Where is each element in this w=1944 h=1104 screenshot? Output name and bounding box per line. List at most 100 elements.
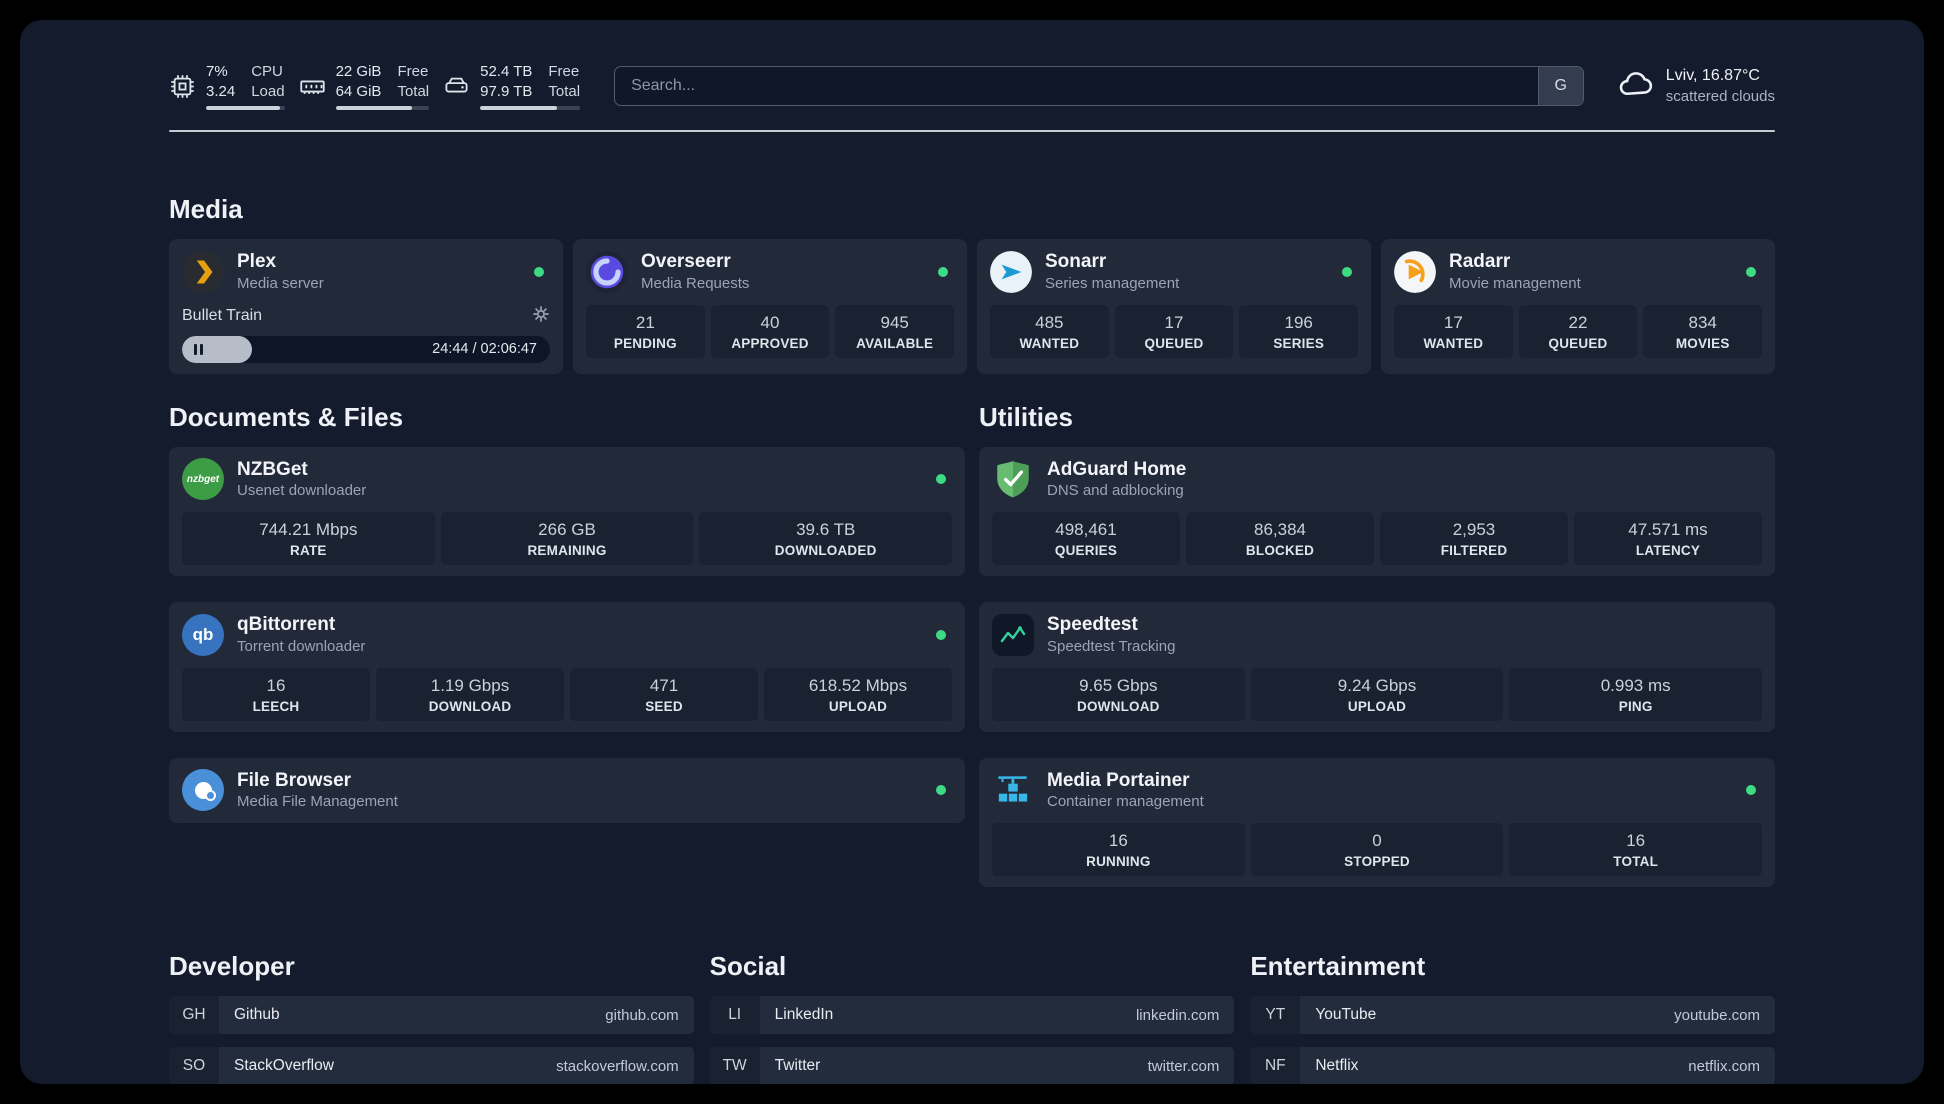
service-titles: Sonarr Series management	[1045, 250, 1179, 294]
service-desc: DNS and adblocking	[1047, 482, 1184, 500]
cpu-percent: 7%	[206, 63, 228, 80]
service-name: Sonarr	[1045, 251, 1107, 272]
search-provider-button[interactable]: G	[1537, 67, 1583, 105]
stat-blocked: 86,384 BLOCKED	[1186, 512, 1374, 565]
bookmark-abbr: LI	[709, 996, 760, 1034]
service-desc: Media File Management	[237, 793, 398, 811]
service-card-nzbget: nzbget NZBGet Usenet downloader 744.21 M…	[169, 446, 965, 576]
stat-value: 471	[649, 675, 679, 695]
weather-location: Lviv, 16.87°C	[1665, 66, 1760, 84]
bookmark-stackoverflow[interactable]: SO StackOverflow stackoverflow.com	[169, 1047, 694, 1084]
stat-latency: 47.571 ms LATENCY	[1574, 512, 1762, 565]
bookmark-name: YouTube	[1315, 1006, 1377, 1023]
service-link-sonarr[interactable]: Sonarr Series management	[990, 250, 1358, 294]
weather-condition: scattered clouds	[1665, 87, 1775, 105]
cpu-label-bottom: Load	[251, 82, 285, 100]
bookmark-github[interactable]: GH Github github.com	[169, 996, 694, 1034]
nzbget-icon-text: nzbget	[186, 473, 220, 485]
service-link-overseerr[interactable]: Overseerr Media Requests	[586, 250, 954, 294]
service-titles: Plex Media server	[237, 250, 324, 294]
stat-value: 9.24 Gbps	[1337, 675, 1417, 695]
service-card-speedtest: Speedtest Speedtest Tracking 9.65 Gbps D…	[979, 602, 1775, 732]
cpu-load-value: 3.24	[206, 82, 236, 100]
stat-label: BLOCKED	[1245, 543, 1315, 558]
memory-label-bottom: Total	[397, 82, 430, 100]
bookmark-abbr: SO	[169, 1047, 219, 1084]
stat-value: 39.6 TB	[796, 520, 856, 539]
service-desc: Speedtest Tracking	[1047, 637, 1176, 655]
stat-label: RATE	[290, 543, 327, 558]
service-name: Radarr	[1449, 251, 1511, 272]
service-card-qbittorrent: qb qBittorrent Torrent downloader 16 LEE…	[169, 602, 965, 732]
status-dot	[938, 266, 948, 277]
stat-value: 16	[1108, 831, 1128, 850]
stat-value: 0.993 ms	[1600, 675, 1671, 695]
service-name: File Browser	[237, 769, 352, 791]
stat-total: 16 TOTAL	[1509, 823, 1763, 876]
stat-available: 945 AVAILABLE	[835, 304, 955, 358]
stat-label: REMAINING	[527, 543, 607, 558]
service-titles: Overseerr Media Requests	[641, 250, 749, 294]
service-link-filebrowser[interactable]: File Browser Media File Management	[182, 769, 952, 813]
service-link-nzbget[interactable]: nzbget NZBGet Usenet downloader	[182, 458, 952, 502]
service-titles: File Browser Media File Management	[237, 769, 398, 813]
memory-widget: 22 GiB 64 GiB Free Total	[299, 62, 430, 110]
service-link-adguard[interactable]: AdGuard Home DNS and adblocking	[992, 458, 1762, 502]
bookmark-linkedin[interactable]: LI LinkedIn linkedin.com	[709, 996, 1235, 1034]
stat-label: UPLOAD	[828, 698, 888, 714]
stat-queued: 22 QUEUED	[1518, 304, 1638, 358]
service-desc: Media server	[237, 274, 324, 292]
status-dot	[1746, 785, 1756, 796]
service-stats: 498,461 QUERIES 86,384 BLOCKED 2,953 FIL…	[992, 512, 1762, 565]
bookmark-abbr: YT	[1250, 996, 1301, 1034]
filebrowser-glyph	[194, 781, 216, 801]
stat-running: 16 RUNNING	[992, 823, 1245, 876]
service-name: NZBGet	[237, 458, 308, 480]
service-desc: Torrent downloader	[237, 637, 366, 655]
utilities-section-title: Utilities	[979, 401, 1073, 432]
stat-value: 0	[1372, 831, 1382, 850]
social-section-title: Social	[709, 951, 787, 981]
memory-label-top: Free	[397, 63, 429, 80]
search-input[interactable]	[615, 67, 1538, 105]
gear-icon[interactable]	[532, 305, 550, 328]
service-link-radarr[interactable]: Radarr Movie management	[1394, 250, 1762, 294]
bookmark-netflix[interactable]: NF Netflix netflix.com	[1250, 1047, 1775, 1084]
service-card-plex: Plex Media server Bullet Train 24:44 / 0…	[169, 239, 563, 374]
service-link-plex[interactable]: Plex Media server	[182, 250, 550, 294]
memory-free-value: 22 GiB	[335, 63, 382, 80]
bookmark-twitter[interactable]: TW Twitter twitter.com	[709, 1047, 1235, 1084]
service-titles: qBittorrent Torrent downloader	[237, 613, 365, 657]
filebrowser-icon	[182, 769, 224, 812]
stat-label: QUEUED	[1548, 335, 1608, 351]
bookmark-youtube[interactable]: YT YouTube youtube.com	[1250, 996, 1775, 1034]
stat-label: SERIES	[1273, 335, 1325, 351]
stat-queries: 498,461 QUERIES	[992, 512, 1180, 565]
bookmark-group-developer: Developer GH Github github.com SO StackO…	[169, 951, 694, 1084]
service-link-qbittorrent[interactable]: qb qBittorrent Torrent downloader	[182, 613, 952, 657]
disk-total-value: 97.9 TB	[480, 82, 533, 100]
search-bar: G	[614, 66, 1584, 106]
stat-series: 196 SERIES	[1239, 304, 1359, 358]
stat-label: QUERIES	[1054, 543, 1118, 558]
service-link-portainer[interactable]: Media Portainer Container management	[992, 769, 1762, 813]
service-name: Overseerr	[641, 251, 731, 272]
service-link-speedtest[interactable]: Speedtest Speedtest Tracking	[992, 613, 1762, 657]
service-titles: Speedtest Speedtest Tracking	[1047, 613, 1175, 657]
service-name: Media Portainer	[1047, 769, 1190, 791]
service-stats: 16 RUNNING 0 STOPPED 16 TOTAL	[992, 823, 1763, 876]
cpu-icon	[169, 73, 196, 100]
stat-value: 485	[1035, 312, 1064, 332]
bookmark-body: Github github.com	[219, 996, 694, 1034]
weather-widget: Lviv, 16.87°C scattered clouds	[1618, 66, 1775, 107]
bookmark-name: StackOverflow	[234, 1057, 334, 1074]
documents-stack: nzbget NZBGet Usenet downloader 744.21 M…	[169, 446, 965, 823]
service-name: qBittorrent	[237, 614, 336, 635]
service-stats: 16 LEECH 1.19 Gbps DOWNLOAD 471 SEED 618…	[182, 667, 952, 721]
stat-label: PENDING	[613, 335, 677, 351]
bookmark-name: LinkedIn	[774, 1006, 834, 1023]
stat-wanted: 17 WANTED	[1394, 304, 1513, 358]
service-card-filebrowser: File Browser Media File Management	[169, 757, 965, 823]
middle-columns: Documents & Files nzbget NZBGet Usenet d…	[169, 401, 1775, 887]
stat-label: PING	[1618, 698, 1653, 714]
